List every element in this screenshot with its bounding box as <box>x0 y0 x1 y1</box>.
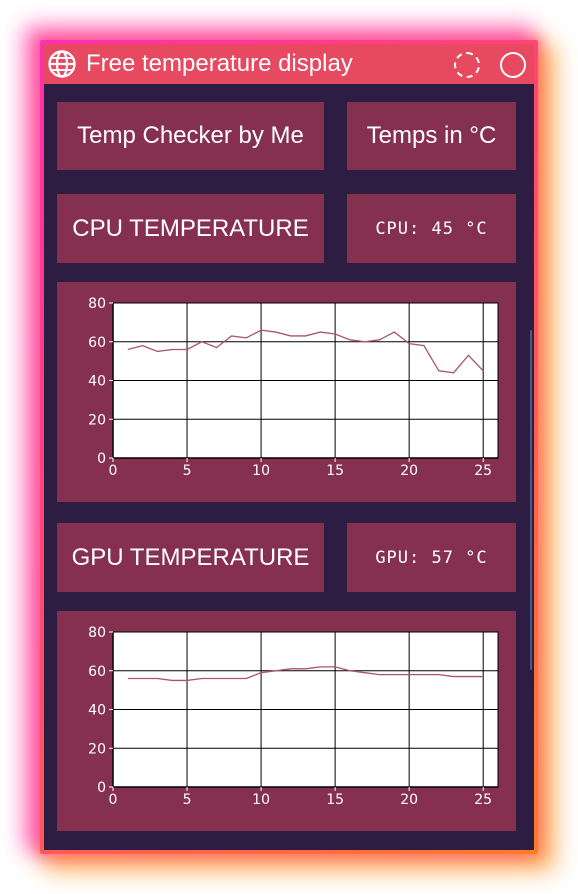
cpu-title: CPU TEMPERATURE <box>72 214 309 242</box>
units-label: Temps in °C <box>366 122 497 149</box>
y-tick-label: 20 <box>88 412 106 428</box>
app-window: Free temperature display Temp Checker by… <box>44 44 534 850</box>
y-tick-label: 0 <box>97 451 106 467</box>
y-tick-label: 60 <box>88 335 106 351</box>
x-tick-label: 20 <box>400 463 418 479</box>
y-tick-label: 20 <box>88 741 106 757</box>
close-circle-icon[interactable] <box>500 52 526 78</box>
x-tick-label: 15 <box>326 463 344 479</box>
cpu-title-panel: CPU TEMPERATURE <box>57 194 324 263</box>
y-tick-label: 80 <box>88 625 106 641</box>
x-tick-label: 15 <box>326 792 344 808</box>
x-tick-label: 25 <box>474 463 492 479</box>
x-tick-label: 0 <box>109 463 118 479</box>
window-edge-highlight <box>530 330 532 670</box>
gpu-temperature-chart: 0 5 10 15 20 25 0 20 40 60 80 <box>88 625 499 808</box>
y-tick-label: 0 <box>97 780 106 796</box>
x-tick-label: 5 <box>183 463 192 479</box>
y-tick-label: 80 <box>88 296 106 312</box>
cpu-temperature-chart: 0 5 10 15 20 25 0 20 40 60 80 <box>88 296 499 479</box>
gpu-title-panel: GPU TEMPERATURE <box>57 523 324 592</box>
gpu-chart-panel: 0 5 10 15 20 25 0 20 40 60 80 <box>57 611 516 831</box>
title-bar[interactable]: Free temperature display <box>44 44 534 84</box>
x-tick-label: 25 <box>474 792 492 808</box>
cpu-readout-panel: CPU: 45 °C <box>347 194 516 263</box>
globe-icon <box>48 50 76 78</box>
window-title: Free temperature display <box>86 50 353 77</box>
y-tick-label: 40 <box>88 374 106 390</box>
y-tick-label: 60 <box>88 664 106 680</box>
cpu-readout: CPU: 45 °C <box>375 218 488 239</box>
cpu-chart-panel: 0 5 10 15 20 25 0 20 40 60 80 <box>57 282 516 502</box>
app-label-panel: Temp Checker by Me <box>57 102 324 170</box>
y-tick-label: 40 <box>88 703 106 719</box>
app-label: Temp Checker by Me <box>77 122 304 149</box>
gpu-readout: GPU: 57 °C <box>375 547 488 568</box>
units-label-panel: Temps in °C <box>347 102 516 170</box>
x-tick-label: 0 <box>109 792 118 808</box>
minimize-circle-icon[interactable] <box>454 52 480 78</box>
x-tick-label: 5 <box>183 792 192 808</box>
x-tick-label: 10 <box>252 792 270 808</box>
gpu-title: GPU TEMPERATURE <box>71 543 310 571</box>
x-tick-label: 20 <box>400 792 418 808</box>
x-tick-label: 10 <box>252 463 270 479</box>
gpu-readout-panel: GPU: 57 °C <box>347 523 516 592</box>
